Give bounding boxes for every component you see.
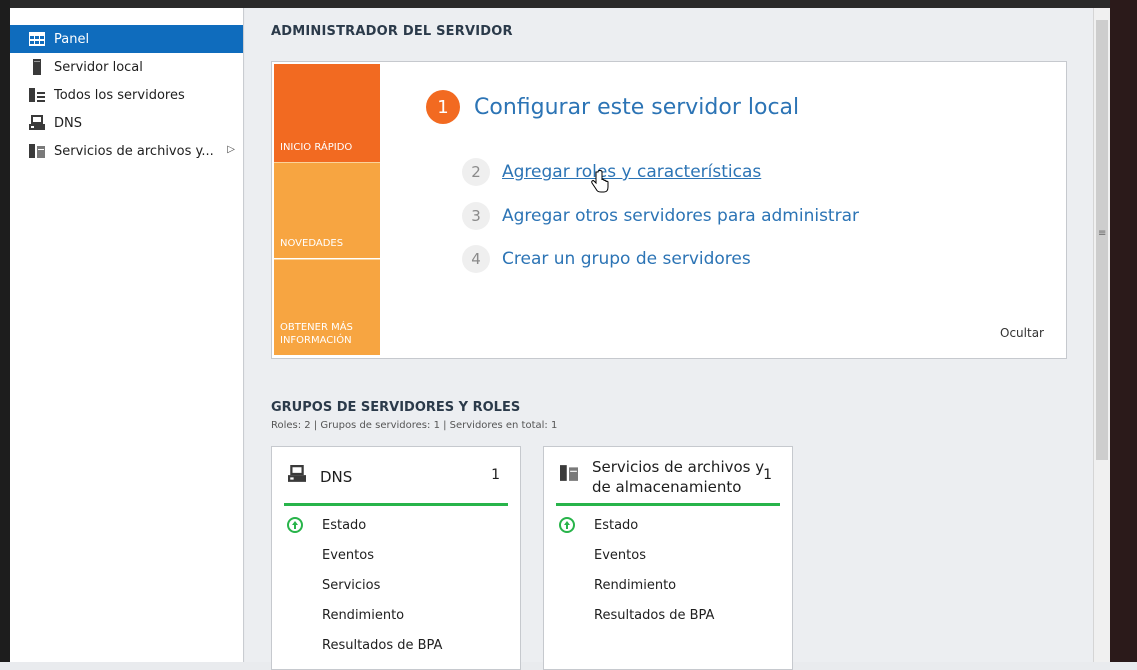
expand-arrow-icon[interactable]: ▷ (227, 144, 235, 155)
card-header[interactable]: Servicios de archivos y de almacenamiento… (556, 458, 780, 506)
tile-whats-new[interactable]: NOVEDADES (274, 162, 380, 258)
server-icon (28, 59, 46, 75)
main-content: ADMINISTRADOR DEL SERVIDOR INICIO RÁPIDO… (245, 8, 1093, 670)
window-top-edge (0, 0, 1137, 8)
sidebar-item-all-servers[interactable]: Todos los servidores (10, 81, 243, 109)
step-add-servers[interactable]: 3 Agregar otros servidores para administ… (462, 202, 859, 230)
page-title: ADMINISTRADOR DEL SERVIDOR (271, 24, 513, 39)
add-servers-link[interactable]: Agregar otros servidores para administra… (502, 206, 859, 226)
hand-cursor-icon (591, 170, 609, 193)
card-row-status[interactable]: Estado (272, 515, 520, 537)
card-row-performance[interactable]: Rendimiento (544, 575, 792, 597)
sidebar-item-file-services[interactable]: Servicios de archivos y... ▷ (10, 137, 243, 165)
sidebar-item-panel[interactable]: Panel (10, 25, 243, 53)
card-row-events[interactable]: Eventos (544, 545, 792, 567)
servers-icon (28, 87, 46, 103)
sidebar-item-label: Servidor local (54, 59, 143, 75)
add-roles-link[interactable]: Agregar roles y características (502, 162, 761, 182)
step-number: 1 (426, 90, 460, 124)
sidebar-item-label: Todos los servidores (54, 87, 185, 103)
groups-title: GRUPOS DE SERVIDORES Y ROLES (271, 400, 521, 415)
scrollbar-thumb[interactable] (1096, 20, 1108, 460)
file-services-icon (28, 143, 46, 159)
step-number: 4 (462, 245, 490, 273)
status-ok-icon (559, 517, 575, 533)
step-number: 3 (462, 202, 490, 230)
card-row-performance[interactable]: Rendimiento (272, 605, 520, 627)
create-group-link[interactable]: Crear un grupo de servidores (502, 249, 751, 269)
step-create-group[interactable]: 4 Crear un grupo de servidores (462, 245, 751, 273)
hide-link[interactable]: Ocultar (1000, 326, 1044, 340)
card-title: Servicios de archivos y de almacenamiento (592, 458, 765, 496)
window-right-edge (1110, 0, 1137, 662)
tile-quick-start[interactable]: INICIO RÁPIDO (274, 64, 380, 162)
groups-summary: Roles: 2 | Grupos de servidores: 1 | Ser… (271, 420, 558, 431)
server-count: 1 (491, 467, 500, 483)
card-row-events[interactable]: Eventos (272, 545, 520, 567)
sidebar-item-dns[interactable]: DNS (10, 109, 243, 137)
card-row-bpa[interactable]: Resultados de BPA (272, 635, 520, 657)
sidebar-item-label: Servicios de archivos y... (54, 143, 214, 159)
step-label: Configurar este servidor local (474, 94, 800, 120)
dns-icon (28, 115, 46, 131)
window-left-edge (0, 0, 10, 662)
card-title: DNS (320, 468, 353, 486)
welcome-tile: INICIO RÁPIDO NOVEDADES OBTENER MÁS INFO… (271, 61, 1067, 359)
server-count: 1 (763, 467, 772, 483)
card-row-services[interactable]: Servicios (272, 575, 520, 597)
dashboard-icon (28, 31, 46, 47)
tile-learn-more[interactable]: OBTENER MÁS INFORMACIÓN (274, 259, 380, 355)
card-row-bpa[interactable]: Resultados de BPA (544, 605, 792, 627)
step-configure-local-server[interactable]: 1 Configurar este servidor local (426, 90, 799, 124)
step-number: 2 (462, 158, 490, 186)
role-card-file-services[interactable]: Servicios de archivos y de almacenamiento… (543, 446, 793, 670)
sidebar: Panel Servidor local Todos los servidore… (10, 8, 244, 662)
sidebar-item-local-server[interactable]: Servidor local (10, 53, 243, 81)
file-services-icon (560, 465, 578, 485)
vertical-scrollbar[interactable]: ≡ (1093, 8, 1111, 662)
dns-icon (288, 465, 306, 487)
role-card-dns[interactable]: DNS 1 Estado Eventos Servicios Rendimien… (271, 446, 521, 670)
card-row-status[interactable]: Estado (544, 515, 792, 537)
card-header[interactable]: DNS 1 (284, 459, 508, 506)
status-ok-icon (287, 517, 303, 533)
sidebar-item-label: Panel (54, 31, 90, 47)
sidebar-item-label: DNS (54, 115, 82, 131)
step-add-roles[interactable]: 2 Agregar roles y características (462, 158, 761, 186)
scrollbar-grip-icon: ≡ (1098, 228, 1107, 239)
